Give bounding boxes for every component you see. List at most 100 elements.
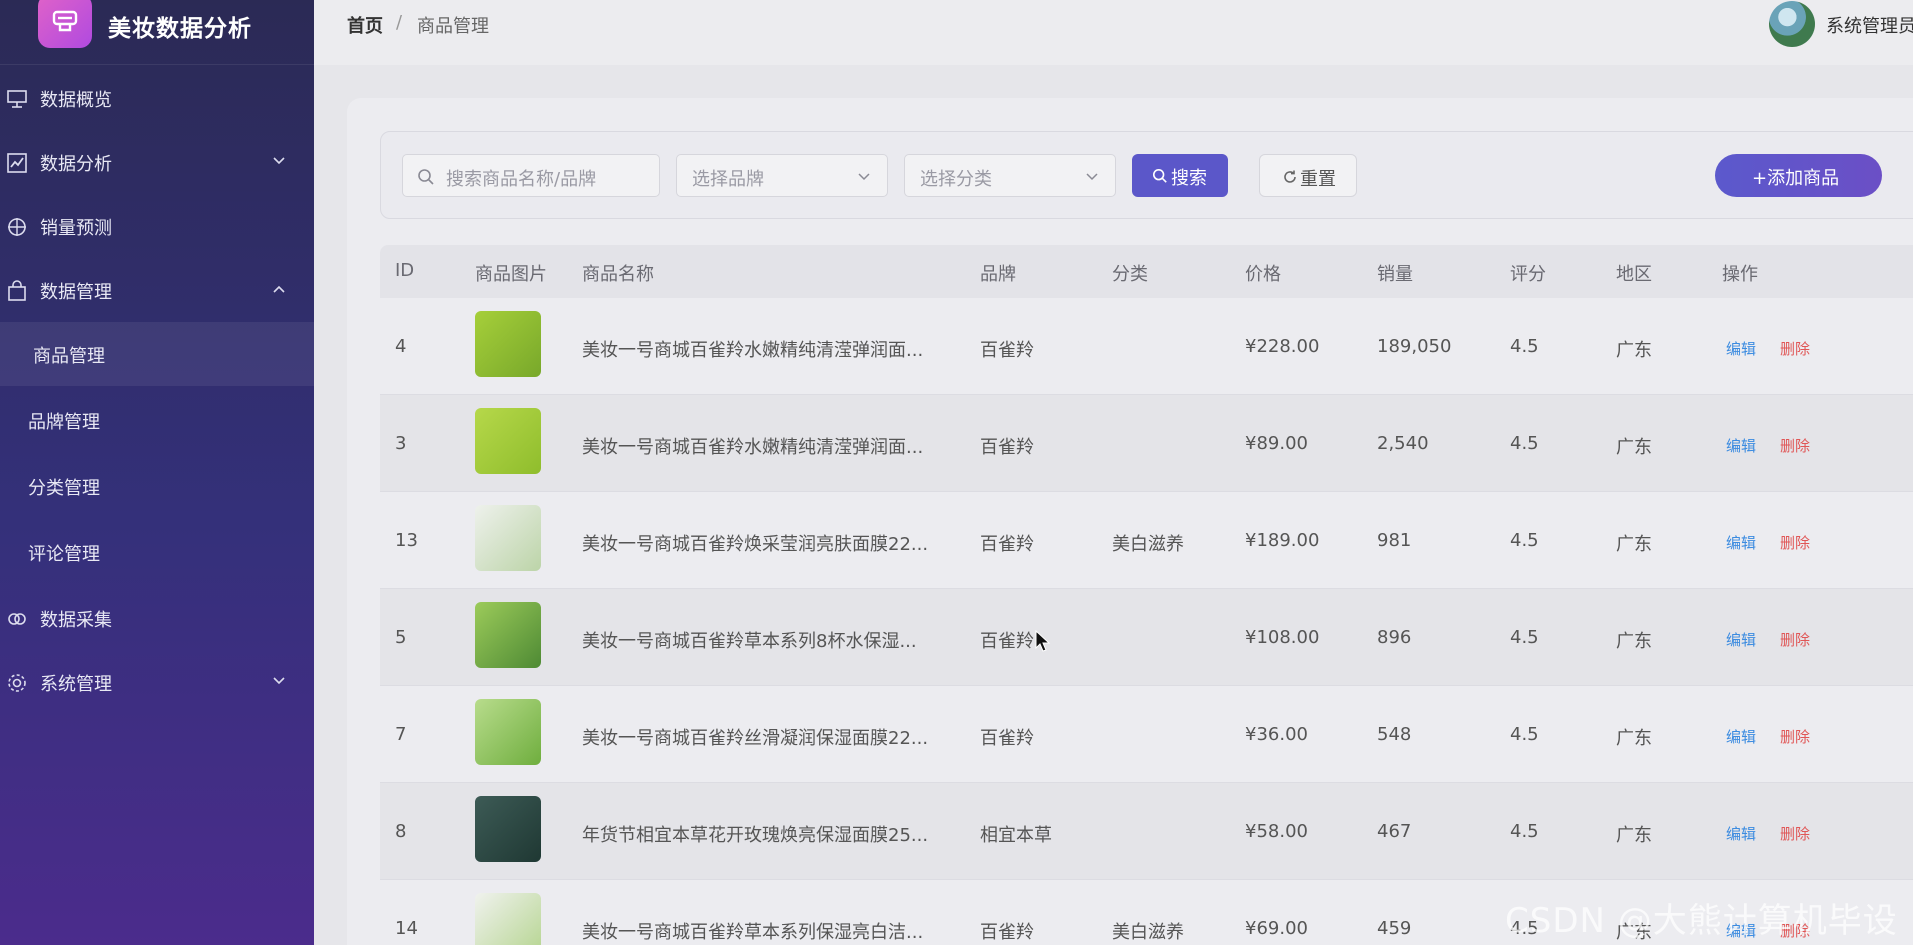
product-image [475, 893, 541, 945]
cell-region: 广东 [1616, 437, 1652, 458]
search-button-label: 搜索 [1171, 168, 1207, 189]
column-header[interactable]: 商品名称 [582, 260, 654, 286]
delete-link[interactable]: 删除 [1780, 435, 1810, 456]
cell-region: 广东 [1616, 534, 1652, 555]
cell-id: 4 [395, 336, 407, 357]
cell-id: 3 [395, 433, 407, 454]
column-header[interactable]: 销量 [1377, 260, 1413, 286]
search-button[interactable]: 搜索 [1132, 154, 1228, 197]
user-name[interactable]: 系统管理员 [1826, 12, 1913, 38]
cell-sales: 467 [1377, 821, 1412, 842]
sidebar-item-label: 品牌管理 [28, 412, 100, 433]
column-header[interactable]: 评分 [1510, 260, 1546, 286]
category-placeholder: 选择分类 [920, 169, 992, 190]
gear-icon [8, 674, 26, 692]
delete-link[interactable]: 删除 [1780, 338, 1810, 359]
product-image [475, 505, 541, 571]
sidebar-item-reviews[interactable]: 评论管理 [0, 520, 314, 584]
cell-region: 广东 [1616, 340, 1652, 361]
reset-button-label: 重置 [1300, 169, 1336, 190]
add-product-button-label: +添加商品 [1752, 168, 1840, 189]
category-select[interactable]: 选择分类 [904, 154, 1116, 197]
sidebar-item-categories[interactable]: 分类管理 [0, 454, 314, 518]
cell-brand: 百雀羚 [980, 534, 1034, 555]
column-header[interactable]: 地区 [1616, 260, 1652, 286]
sidebar-item-forecast[interactable]: 销量预测 [0, 198, 314, 254]
cell-price: ¥228.00 [1245, 336, 1320, 357]
cell-category: 美白滋养 [1112, 922, 1184, 943]
product-image [475, 699, 541, 765]
table-header: ID 商品图片 商品名称 品牌 分类 价格 销量 评分 地区 操作 [380, 245, 1913, 298]
avatar[interactable] [1769, 1, 1815, 47]
refresh-icon [1284, 170, 1296, 183]
column-header[interactable]: 商品图片 [475, 260, 547, 286]
edit-link[interactable]: 编辑 [1726, 338, 1756, 359]
sidebar-item-label: 数据分析 [40, 154, 112, 175]
cell-rating: 4.5 [1510, 433, 1539, 454]
sidebar-item-overview[interactable]: 数据概览 [0, 70, 314, 126]
sidebar-item-data-collection[interactable]: 数据采集 [0, 590, 314, 646]
edit-link[interactable]: 编辑 [1726, 823, 1756, 844]
add-product-button[interactable]: +添加商品 [1715, 154, 1882, 197]
cell-brand: 相宜本草 [980, 825, 1052, 846]
cell-id: 7 [395, 724, 407, 745]
table-row: 7 美妆一号商城百雀羚丝滑凝润保湿面膜22... 百雀羚 ¥36.00 548 … [380, 686, 1913, 783]
delete-link[interactable]: 删除 [1780, 532, 1810, 553]
sidebar-item-products[interactable]: 商品管理 [0, 322, 314, 386]
cell-price: ¥58.00 [1245, 821, 1308, 842]
cell-name: 美妆一号商城百雀羚水嫩精纯清滢弹润面... [582, 437, 924, 458]
edit-link[interactable]: 编辑 [1726, 726, 1756, 747]
logo-icon [38, 0, 92, 48]
cell-id: 8 [395, 821, 407, 842]
presentation-icon [7, 90, 27, 108]
breadcrumb-current: 商品管理 [417, 16, 489, 37]
link-icon [8, 613, 26, 625]
table-row: 3 美妆一号商城百雀羚水嫩精纯清滢弹润面... 百雀羚 ¥89.00 2,540… [380, 395, 1913, 492]
cell-name: 美妆一号商城百雀羚水嫩精纯清滢弹润面... [582, 340, 924, 361]
sidebar-item-label: 商品管理 [33, 346, 105, 367]
sidebar-item-system[interactable]: 系统管理 [0, 654, 314, 710]
search-input[interactable]: 搜索商品名称/品牌 [402, 154, 660, 197]
cell-name: 美妆一号商城百雀羚丝滑凝润保湿面膜22... [582, 728, 929, 749]
column-header[interactable]: 品牌 [980, 260, 1016, 286]
cell-sales: 981 [1377, 530, 1412, 551]
column-header[interactable]: ID [395, 260, 414, 281]
sidebar-item-brands[interactable]: 品牌管理 [0, 388, 314, 452]
sidebar-item-data-management[interactable]: 数据管理 [0, 262, 314, 318]
edit-link[interactable]: 编辑 [1726, 532, 1756, 553]
cell-id: 14 [395, 918, 418, 939]
column-header[interactable]: 分类 [1112, 260, 1148, 286]
cell-rating: 4.5 [1510, 724, 1539, 745]
delete-link[interactable]: 删除 [1780, 823, 1810, 844]
brand-placeholder: 选择品牌 [692, 169, 764, 190]
logo-row: 美妆数据分析 [0, 0, 314, 65]
sidebar-item-label: 分类管理 [28, 478, 100, 499]
column-header[interactable]: 价格 [1245, 260, 1281, 286]
breadcrumb-separator: / [396, 12, 403, 33]
cell-rating: 4.5 [1510, 336, 1539, 357]
sidebar-item-label: 数据管理 [40, 282, 112, 303]
sidebar-item-analysis[interactable]: 数据分析 [0, 134, 314, 190]
breadcrumb-home[interactable]: 首页 [347, 12, 383, 38]
delete-link[interactable]: 删除 [1780, 629, 1810, 650]
cell-price: ¥89.00 [1245, 433, 1308, 454]
top-header: 首页 / 商品管理 [314, 0, 1913, 65]
brand-select[interactable]: 选择品牌 [676, 154, 888, 197]
cell-sales: 189,050 [1377, 336, 1452, 357]
cell-brand: 百雀羚 [980, 922, 1034, 943]
cell-price: ¥69.00 [1245, 918, 1308, 939]
cell-brand: 百雀羚 [980, 437, 1034, 458]
sidebar-item-label: 销量预测 [40, 218, 112, 239]
edit-link[interactable]: 编辑 [1726, 629, 1756, 650]
edit-link[interactable]: 编辑 [1726, 435, 1756, 456]
sidebar-item-label: 数据采集 [40, 610, 112, 631]
product-image [475, 408, 541, 474]
delete-link[interactable]: 删除 [1780, 726, 1810, 747]
reset-button[interactable]: 重置 [1259, 154, 1357, 197]
cell-sales: 896 [1377, 627, 1412, 648]
sidebar-item-label: 评论管理 [28, 544, 100, 565]
column-header[interactable]: 操作 [1722, 260, 1758, 286]
product-image [475, 311, 541, 377]
watermark: CSDN @大熊计算机毕设 [1505, 901, 1898, 941]
line-chart-icon [7, 153, 27, 173]
